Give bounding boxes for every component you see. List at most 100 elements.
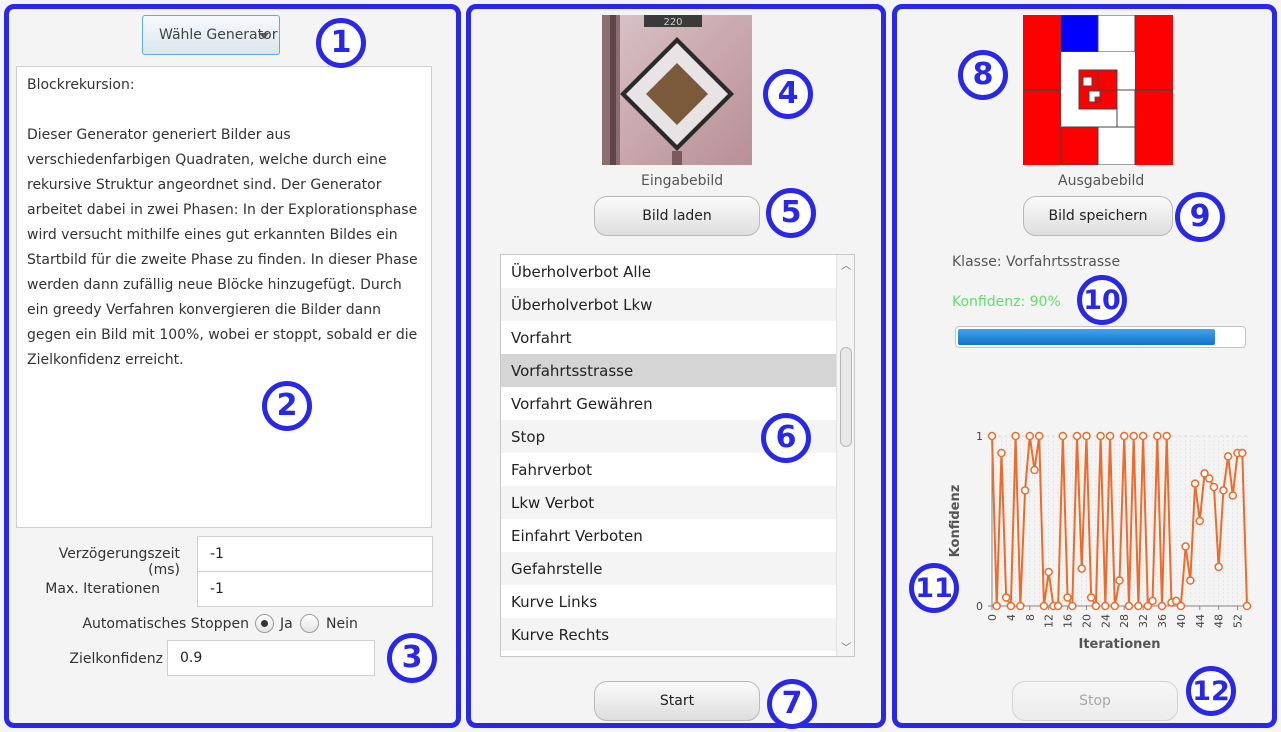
data-point xyxy=(1119,431,1129,441)
data-point xyxy=(1077,564,1086,573)
marker-6: 6 xyxy=(761,413,811,463)
data-point xyxy=(1006,601,1016,611)
data-point xyxy=(1053,601,1063,611)
data-point xyxy=(1129,431,1138,441)
x-tick-label: 36 xyxy=(1156,614,1169,628)
x-tick-label: 24 xyxy=(1099,614,1112,628)
marker-1: 1 xyxy=(316,18,366,68)
start-button[interactable]: Start xyxy=(594,681,760,721)
delay-label: Verzögerungszeit (ms) xyxy=(58,546,180,578)
y-axis-label: Konfidenz xyxy=(948,485,963,558)
data-point xyxy=(1063,593,1072,602)
marker-10: 10 xyxy=(1077,275,1127,325)
data-point xyxy=(1204,474,1214,483)
class-list-item[interactable]: Gefahrstelle xyxy=(501,552,837,585)
class-result-label: Klasse: Vorfahrtsstrasse xyxy=(952,254,1121,270)
data-point xyxy=(1072,431,1082,441)
delay-input[interactable]: -1 xyxy=(197,536,433,572)
data-point xyxy=(1157,601,1167,611)
confidence-progress-bar xyxy=(955,326,1246,348)
marker-5: 5 xyxy=(766,188,816,238)
x-tick-label: 20 xyxy=(1080,614,1093,628)
x-tick-label: 8 xyxy=(1024,614,1037,621)
y-tick-label: 0 xyxy=(976,600,983,613)
data-point xyxy=(1025,431,1035,441)
input-image: 220 xyxy=(602,15,752,165)
class-list-item[interactable]: Überholverbot Lkw xyxy=(501,288,837,321)
data-point xyxy=(1001,593,1011,602)
data-point xyxy=(1209,482,1219,492)
load-image-button[interactable]: Bild laden xyxy=(594,196,760,236)
data-point xyxy=(1058,431,1068,441)
data-point xyxy=(1228,491,1238,500)
target-confidence-label: Zielkonfidenz xyxy=(69,651,163,667)
x-tick-label: 0 xyxy=(986,614,999,621)
data-point xyxy=(1068,601,1077,611)
generator-settings-panel: Wähle Generator Blockrekursion: Dieser G… xyxy=(4,4,461,728)
class-list-item[interactable]: Einfahrt Verboten xyxy=(501,519,837,552)
scrollbar-thumb[interactable] xyxy=(840,347,852,447)
class-list-item[interactable]: Überholverbot Alle xyxy=(501,255,837,288)
marker-4: 4 xyxy=(763,69,813,119)
data-point xyxy=(1011,431,1020,441)
max-iterations-label: Max. Iterationen xyxy=(45,581,160,597)
data-point xyxy=(1101,601,1110,611)
class-list-scrollbar[interactable]: ︿ ﹀ xyxy=(836,255,854,656)
chevron-down-icon xyxy=(259,33,269,39)
data-point xyxy=(1138,431,1148,441)
data-point xyxy=(987,431,997,441)
data-point xyxy=(1020,486,1030,495)
data-point xyxy=(1238,448,1247,458)
confidence-label: Konfidenz: 90% xyxy=(952,294,1061,310)
data-point xyxy=(1186,576,1195,585)
x-axis-label: Iterationen xyxy=(1079,637,1161,652)
class-list-item[interactable]: Kurve Rechts xyxy=(501,618,837,651)
auto-stop-no-radio[interactable] xyxy=(300,614,319,633)
class-list-item[interactable]: Lkw Verbot xyxy=(501,486,837,519)
auto-stop-label: Automatisches Stoppen xyxy=(82,616,249,632)
auto-stop-yes-label: Ja xyxy=(280,616,293,632)
data-point xyxy=(1153,431,1162,441)
save-image-button[interactable]: Bild speichern xyxy=(1023,196,1173,236)
x-tick-label: 44 xyxy=(1194,614,1207,628)
stop-button[interactable]: Stop xyxy=(1012,681,1178,721)
x-tick-label: 16 xyxy=(1062,614,1075,628)
class-list-item[interactable]: Vorfahrtsstrasse xyxy=(501,354,837,387)
data-point xyxy=(1214,562,1223,572)
target-confidence-input[interactable]: 0.9 xyxy=(167,640,375,676)
marker-11: 11 xyxy=(909,563,959,613)
data-point xyxy=(1034,431,1044,441)
generator-description: Blockrekursion: Dieser Generator generie… xyxy=(16,66,432,528)
data-point xyxy=(1086,593,1096,602)
output-image xyxy=(1023,15,1173,165)
data-point xyxy=(1176,601,1186,611)
class-list-item[interactable]: Vorfahrt xyxy=(501,321,837,354)
scroll-up-icon[interactable]: ︿ xyxy=(841,257,851,272)
data-point xyxy=(1195,516,1205,526)
auto-stop-yes-radio[interactable] xyxy=(255,614,274,633)
data-point xyxy=(1115,576,1124,585)
output-image-caption: Ausgabebild xyxy=(1058,173,1145,189)
marker-12: 12 xyxy=(1186,666,1236,716)
class-list-item[interactable]: Kurve Links xyxy=(501,585,837,618)
data-point xyxy=(1242,601,1252,611)
x-tick-label: 40 xyxy=(1175,614,1188,628)
data-point xyxy=(1016,601,1025,611)
output-panel: Ausgabebild Bild speichern Klasse: Vorfa… xyxy=(892,4,1277,728)
x-tick-label: 12 xyxy=(1043,614,1056,628)
data-point xyxy=(1223,452,1233,461)
data-point xyxy=(1162,431,1171,441)
x-tick-label: 4 xyxy=(1005,614,1018,621)
scroll-down-icon[interactable]: ﹀ xyxy=(841,639,851,654)
confidence-chart: 010 4 8 12 16 20 24 28 32 36 40 44 48 52IterationenKo… xyxy=(948,430,1252,652)
data-point xyxy=(1148,596,1157,606)
data-point xyxy=(1110,601,1120,611)
x-tick-label: 48 xyxy=(1213,614,1226,628)
data-point xyxy=(1039,601,1049,611)
marker-2: 2 xyxy=(262,381,312,431)
input-image-caption: Eingabebild xyxy=(641,173,724,189)
x-tick-label: 32 xyxy=(1137,614,1150,628)
max-iterations-input[interactable]: -1 xyxy=(197,571,433,607)
data-point xyxy=(1124,601,1134,611)
generator-dropdown[interactable]: Wähle Generator xyxy=(142,15,280,55)
